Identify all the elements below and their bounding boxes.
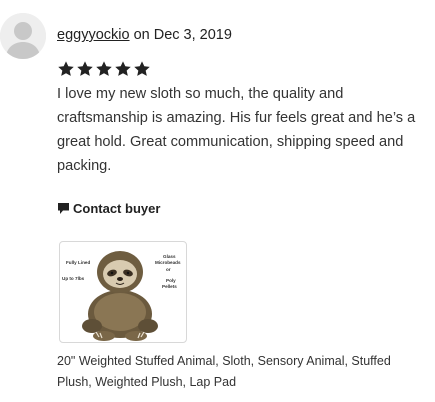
product-thumbnail[interactable]: Fully Lined Up to 7lbs Glass Microbeads … <box>59 241 187 343</box>
star-rating <box>57 60 151 80</box>
message-flag-icon <box>58 202 69 214</box>
image-label-microbeads: Microbeads <box>155 260 181 265</box>
image-label-fully-lined: Fully Lined <box>66 260 91 265</box>
avatar[interactable] <box>0 13 46 59</box>
star-icon <box>58 61 74 76</box>
image-label-pellets: Pellets <box>162 284 177 289</box>
product-title-link[interactable]: 20" Weighted Stuffed Animal, Sloth, Sens… <box>57 351 427 393</box>
star-icon <box>134 61 150 76</box>
review-header: eggyyockio on Dec 3, 2019 <box>57 26 232 44</box>
star-icon <box>96 61 112 76</box>
image-label-or: or <box>166 267 171 272</box>
username-link[interactable]: eggyyockio <box>57 27 130 43</box>
review-date: on Dec 3, 2019 <box>133 27 232 43</box>
contact-buyer-button[interactable]: Contact buyer <box>57 201 160 216</box>
image-label-weight: Up to 7lbs <box>62 276 85 281</box>
contact-buyer-label: Contact buyer <box>73 201 161 216</box>
image-label-glass: Glass <box>163 254 176 259</box>
user-avatar-icon <box>0 13 46 59</box>
image-label-poly: Poly <box>166 278 176 283</box>
star-icon <box>77 61 93 76</box>
review-text: I love my new sloth so much, the quality… <box>57 86 416 174</box>
star-icon <box>115 61 131 76</box>
